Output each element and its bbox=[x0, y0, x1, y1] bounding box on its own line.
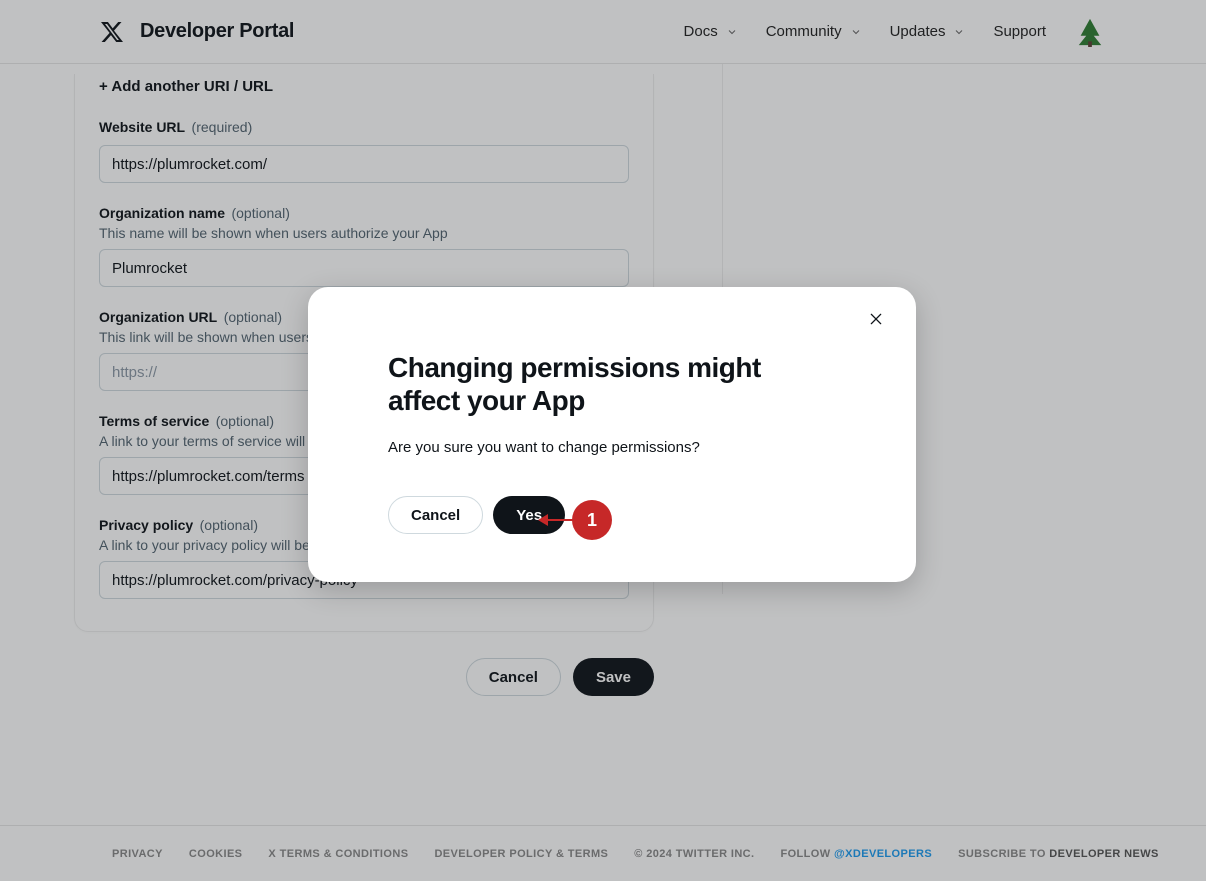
annotation-badge: 1 bbox=[572, 500, 612, 540]
confirm-permissions-modal: Changing permissions might affect your A… bbox=[308, 287, 916, 582]
modal-title: Changing permissions might affect your A… bbox=[388, 351, 836, 417]
modal-actions: Cancel Yes bbox=[388, 496, 836, 534]
arrow-left-icon bbox=[540, 519, 574, 521]
modal-body: Are you sure you want to change permissi… bbox=[388, 439, 836, 456]
annotation-callout: 1 bbox=[540, 500, 612, 540]
modal-cancel-button[interactable]: Cancel bbox=[388, 496, 483, 534]
close-icon bbox=[868, 311, 884, 327]
modal-close-button[interactable] bbox=[864, 307, 888, 331]
